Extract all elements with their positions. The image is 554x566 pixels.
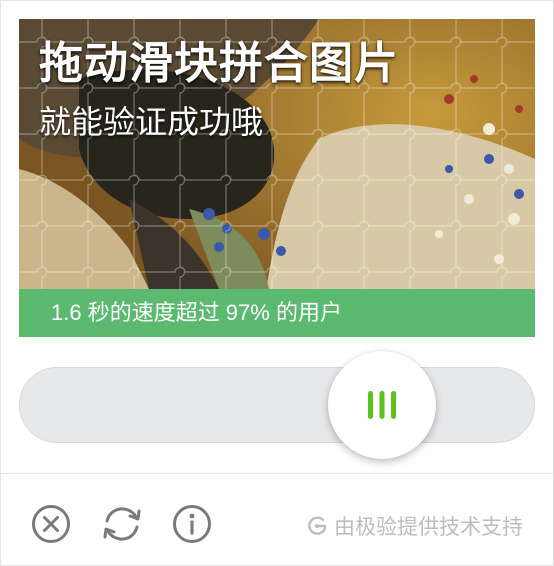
refresh-icon	[103, 507, 141, 541]
captcha-headline: 拖动滑块拼合图片	[39, 38, 399, 89]
info-icon	[173, 505, 211, 543]
close-button[interactable]	[31, 504, 71, 544]
brand-attribution[interactable]: 由极验提供技术支持	[306, 511, 523, 541]
puzzle-image: 拖动滑块拼合图片 就能验证成功哦 1.6 秒的速度超过 97% 的用户	[19, 19, 535, 337]
grip-icon	[368, 391, 396, 419]
geetest-logo-icon	[308, 516, 327, 535]
refresh-button[interactable]	[100, 504, 141, 544]
captcha-widget: 拖动滑块拼合图片 就能验证成功哦 1.6 秒的速度超过 97% 的用户 由极验提…	[0, 0, 554, 566]
slider-track[interactable]	[19, 367, 535, 443]
captcha-subline: 就能验证成功哦	[39, 103, 264, 141]
slider-handle[interactable]	[328, 351, 436, 459]
brand-text: 由极验提供技术支持	[334, 515, 523, 539]
info-button[interactable]	[172, 504, 212, 544]
footer-divider	[1, 473, 553, 474]
verification-result-text: 1.6 秒的速度超过 97% 的用户	[19, 289, 535, 337]
close-circle-icon	[32, 505, 70, 543]
